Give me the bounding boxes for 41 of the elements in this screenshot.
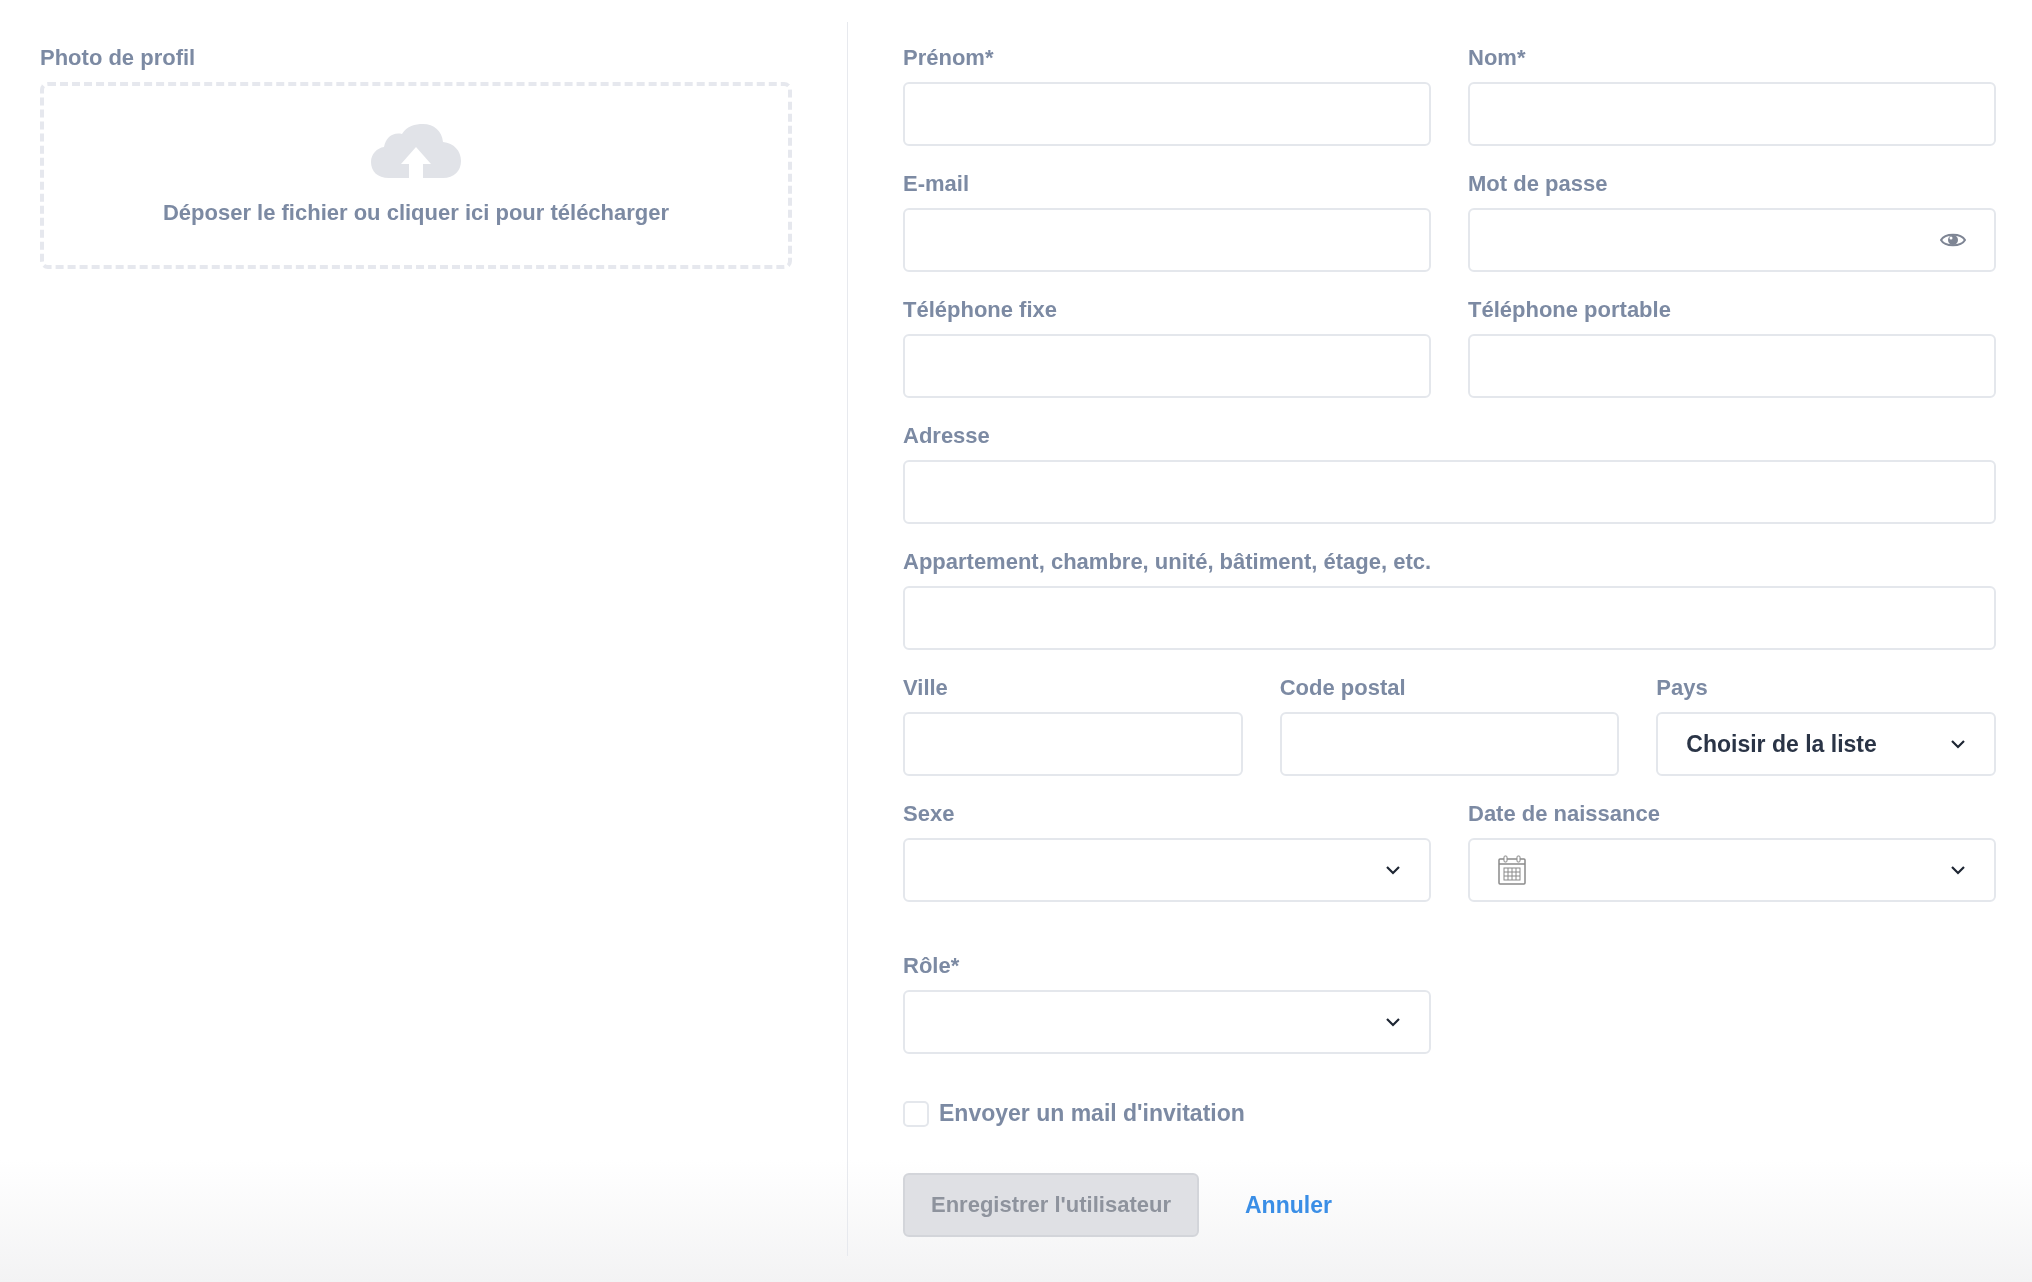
input-field[interactable] [1468, 82, 1996, 146]
dropzone-text: Déposer le fichier ou cliquer ici pour télécharger [162, 200, 670, 226]
field-label: Date de naissance [1468, 800, 1660, 828]
chevron-down-icon [1385, 865, 1401, 875]
input-field[interactable] [903, 208, 1431, 272]
file-dropzone[interactable]: Déposer le fichier ou cliquer ici pour télécharger [40, 82, 792, 269]
select-field[interactable]: Choisir de la liste [1656, 712, 1996, 776]
field-label: Appartement, chambre, unité, bâtiment, étage, etc. [903, 548, 1432, 576]
field-label: Rôle* [903, 952, 960, 980]
chevron-down-icon [1385, 1017, 1401, 1027]
cloud-upload-icon [371, 124, 461, 178]
date-field[interactable] [1468, 838, 1996, 902]
input-field[interactable] [903, 82, 1431, 146]
field-label: E-mail [903, 170, 970, 198]
select-field[interactable] [903, 838, 1431, 902]
field-label: Ville [903, 674, 948, 702]
input-field[interactable] [1468, 334, 1996, 398]
field-label: Code postal [1279, 674, 1406, 702]
input-field[interactable] [903, 712, 1243, 776]
input-field[interactable] [903, 334, 1431, 398]
field-label: Prénom* [903, 44, 994, 72]
input-field[interactable] [903, 460, 1996, 524]
field-label: Sexe [903, 800, 955, 828]
cancel-link[interactable]: Annuler [1245, 1191, 1332, 1219]
chevron-down-icon [1950, 865, 1966, 875]
calendar-icon [1498, 855, 1526, 885]
chevron-down-icon [1950, 739, 1966, 749]
field-label: Photo de profil [40, 44, 196, 72]
select-field[interactable] [903, 990, 1431, 1054]
input-field[interactable] [903, 586, 1996, 650]
checkbox-label[interactable]: Envoyer un mail d'invitation [939, 1100, 1245, 1127]
field-label: Adresse [903, 422, 990, 450]
field-label: Pays [1656, 674, 1708, 702]
field-label: Mot de passe [1468, 170, 1608, 198]
checkbox[interactable] [903, 1100, 929, 1127]
input-field[interactable] [1279, 712, 1620, 776]
eye-icon[interactable] [1940, 231, 1966, 249]
password-field[interactable] [1468, 208, 1996, 272]
field-label: Téléphone fixe [903, 296, 1058, 324]
field-label: Nom* [1468, 44, 1526, 72]
field-label: Téléphone portable [1468, 296, 1671, 324]
